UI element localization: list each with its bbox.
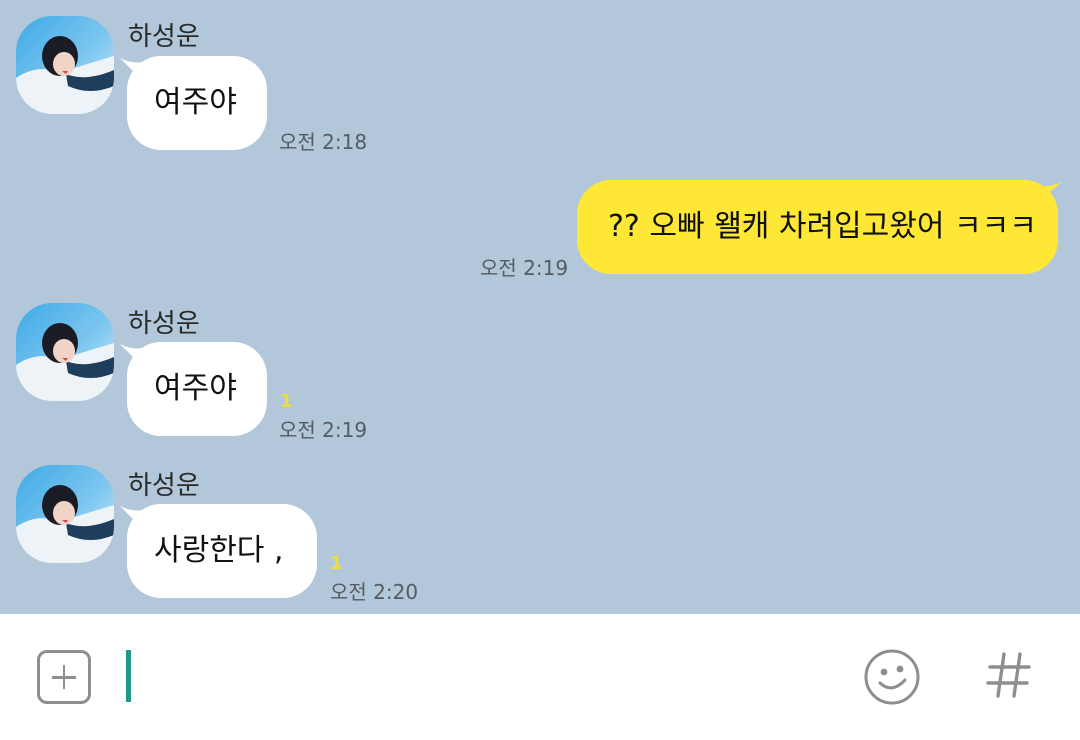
text-cursor: [126, 650, 131, 702]
message-time: 오전 2:18: [279, 130, 368, 154]
message-bubble[interactable]: 사랑한다 ,: [127, 504, 317, 598]
sender-avatar[interactable]: [16, 303, 114, 401]
smiley-face-icon[interactable]: [863, 648, 921, 706]
sender-avatar[interactable]: [16, 16, 114, 114]
unread-count: 1: [330, 553, 343, 574]
message-time: 오전 2:19: [279, 418, 368, 442]
message-text: 여주야: [154, 85, 237, 120]
message-bubble[interactable]: 여주야: [127, 56, 267, 150]
message-time: 오전 2:19: [480, 256, 569, 280]
unread-count: 1: [280, 391, 293, 412]
chat-area[interactable]: 하성운 여주야 오전 2:18 ?? 오빠 왤캐 차려입고왔어 ㅋㅋㅋ 오전 2…: [0, 0, 1080, 614]
message-text: ?? 오빠 왤캐 차려입고왔어 ㅋㅋㅋ: [608, 209, 1037, 244]
hash-icon[interactable]: [986, 650, 1032, 700]
plus-square-icon[interactable]: [37, 650, 91, 704]
sender-name: 하성운: [128, 471, 200, 501]
sender-name: 하성운: [128, 309, 200, 339]
message-input[interactable]: [124, 650, 824, 704]
sender-avatar[interactable]: [16, 465, 114, 563]
sender-name: 하성운: [128, 22, 200, 52]
message-time: 오전 2:20: [330, 580, 419, 604]
message-text: 여주야: [154, 371, 237, 406]
message-bubble[interactable]: ?? 오빠 왤캐 차려입고왔어 ㅋㅋㅋ: [577, 180, 1058, 274]
message-bubble[interactable]: 여주야: [127, 342, 267, 436]
profile-photo: [16, 465, 114, 563]
profile-photo: [16, 16, 114, 114]
message-text: 사랑한다 ,: [154, 533, 284, 568]
profile-photo: [16, 303, 114, 401]
